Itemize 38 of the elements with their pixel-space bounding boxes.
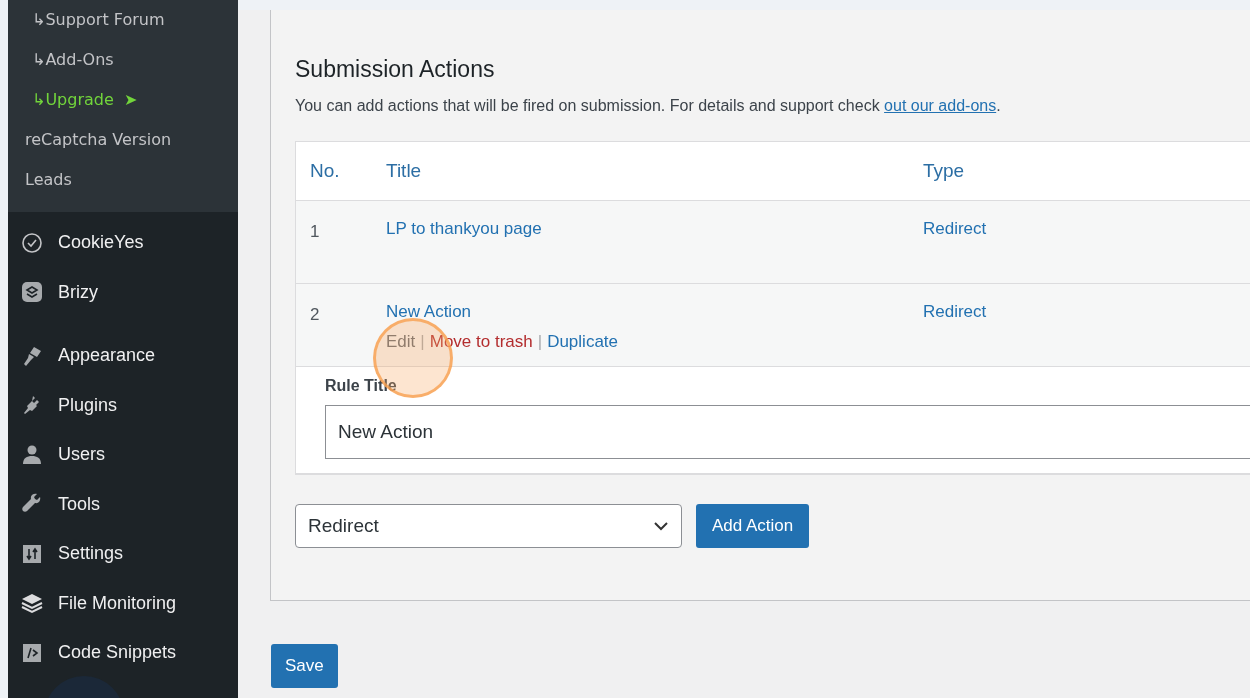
separator-text: | [420,332,425,352]
add-action-button[interactable]: Add Action [696,504,810,548]
save-button[interactable]: Save [271,644,338,688]
column-header: No. [309,160,341,182]
add-ons-link[interactable]: out our add-ons [884,97,997,114]
duplicate-link[interactable]: Duplicate [547,332,618,352]
table-cell-text: 1 [309,221,321,242]
menu-item[interactable]: CookieYes [58,232,144,254]
clock-check-icon[interactable] [20,230,44,255]
menu-item[interactable]: File Monitoring [58,592,177,614]
menu-item[interactable]: Plugins [58,394,118,416]
rule-title-field[interactable]: New Action [325,405,1250,459]
type-link[interactable]: Redirect [923,302,1250,322]
type-link[interactable]: Redirect [923,219,1250,239]
submenu-item[interactable]: ↳Support Forum [8,0,238,40]
menu-item[interactable]: Brizy [58,281,98,303]
menu-item[interactable]: Tools [58,493,101,515]
action-title-link[interactable]: LP to thankyou page [386,219,542,239]
column-header: Title [386,160,423,182]
submenu-item[interactable]: Leads [8,160,238,200]
action-type-select[interactable]: Redirect [295,504,682,548]
column-header: Type [923,160,966,182]
separator-text: | [537,332,543,352]
description-text: You can add actions that will be fired on submission. For details and support check [295,97,880,114]
chevron-down-icon [653,521,669,531]
stack-icon[interactable] [20,280,44,305]
period-text: . [996,97,1001,114]
submenu-item[interactable]: ↳Add-Ons [8,40,238,80]
menu-item[interactable]: Users [58,444,105,466]
menu-item[interactable]: Appearance [58,345,156,367]
submenu-item[interactable]: ↳Upgrade ➤ [8,80,238,120]
layers-icon[interactable] [20,591,44,616]
action-title-link[interactable]: New Action [386,302,472,322]
menu-item[interactable]: Settings [58,543,124,565]
section-heading: Submission Actions [295,56,496,83]
table-cell-text: 2 [309,304,321,325]
menu-item[interactable]: Code Snippets [58,642,177,664]
submenu-item[interactable]: reCaptcha Version [8,120,238,160]
